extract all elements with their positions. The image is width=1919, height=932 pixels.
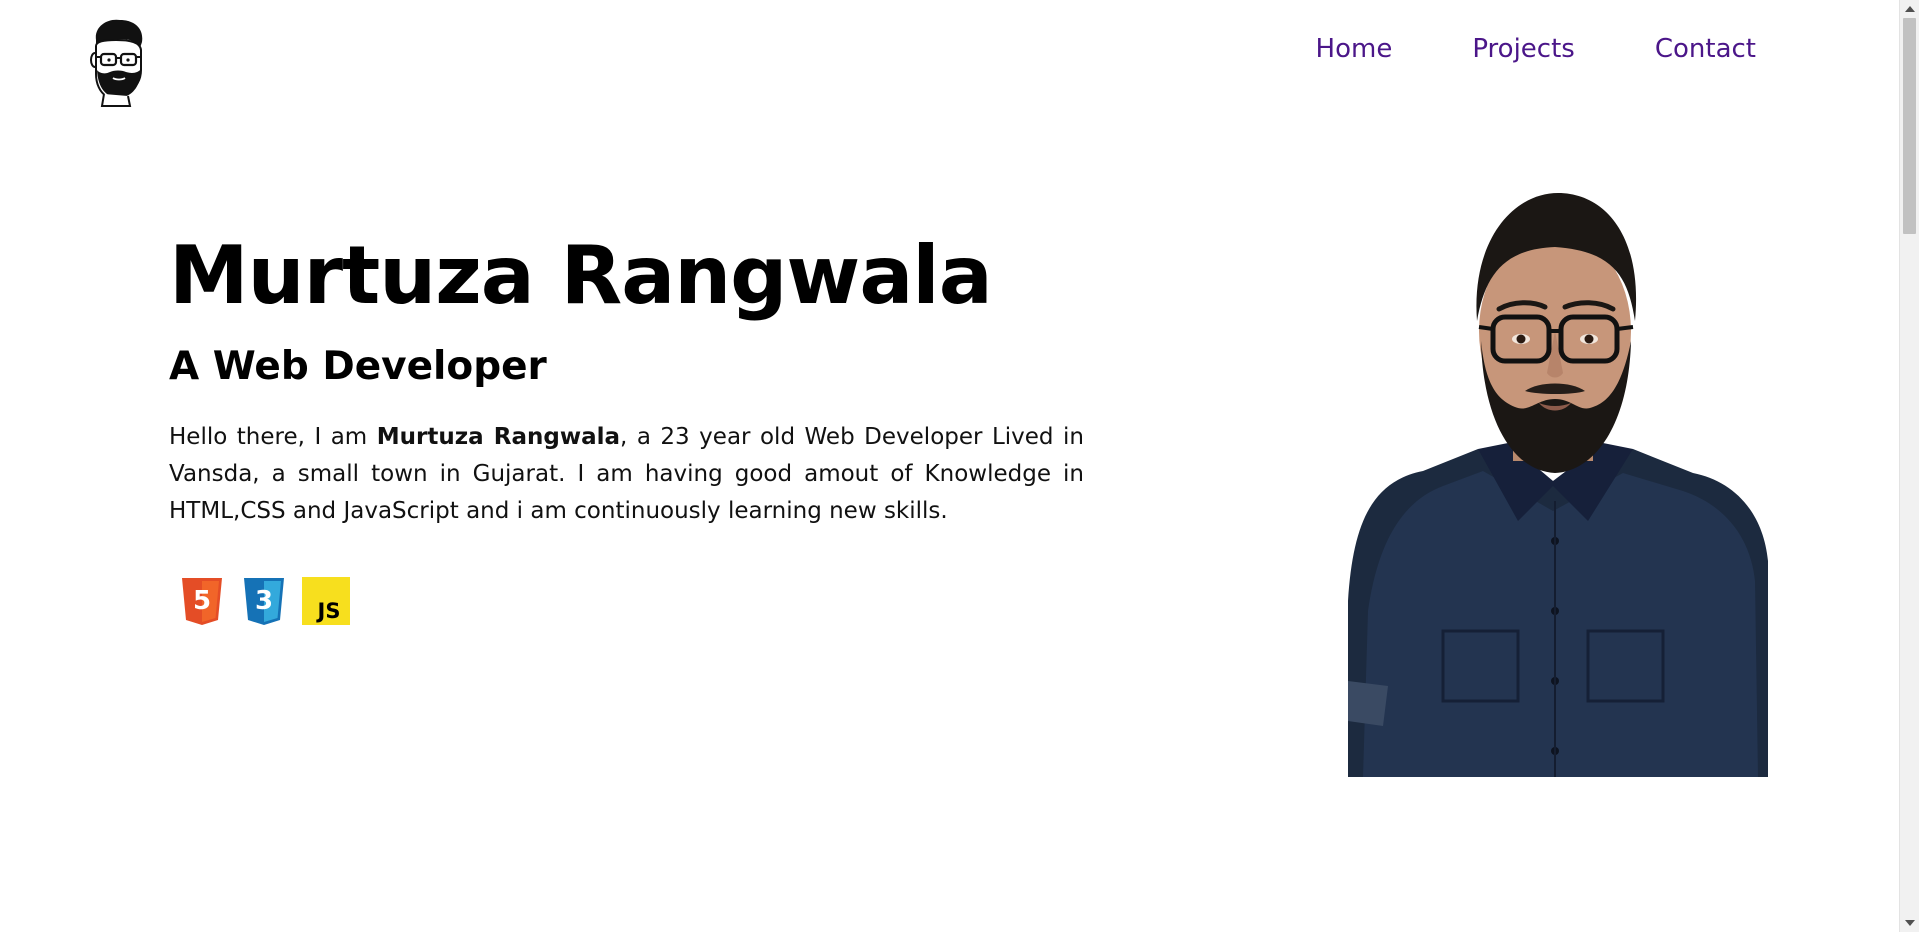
- hero-section: Murtuza Rangwala A Web Developer Hello t…: [169, 228, 1084, 626]
- scroll-up-arrow-icon[interactable]: [1905, 6, 1915, 12]
- scroll-thumb[interactable]: [1903, 18, 1916, 234]
- bearded-man-avatar-icon[interactable]: [86, 18, 150, 108]
- hero-role: A Web Developer: [169, 344, 547, 389]
- bio-name: Murtuza Rangwala: [376, 423, 621, 450]
- javascript-icon: JS: [302, 576, 350, 625]
- nav-home-link[interactable]: Home: [1316, 34, 1393, 64]
- css3-label: 3: [255, 586, 273, 616]
- bio-prefix: Hello there, I am: [169, 423, 377, 450]
- portfolio-page: Home Projects Contact Murtuza Rangwala A…: [0, 0, 1919, 932]
- main-nav: Home Projects Contact: [1316, 34, 1756, 64]
- scroll-down-arrow-icon[interactable]: [1905, 920, 1915, 926]
- javascript-label: JS: [316, 599, 341, 623]
- html5-icon: 5: [182, 577, 222, 625]
- portrait-photo: [1348, 193, 1768, 777]
- nav-projects-link[interactable]: Projects: [1472, 34, 1575, 64]
- html5-label: 5: [193, 586, 211, 616]
- hero-name: Murtuza Rangwala: [169, 229, 993, 322]
- skills-list: 5 3 JS: [169, 576, 1084, 626]
- nav-contact-link[interactable]: Contact: [1655, 34, 1756, 64]
- page-scrollbar[interactable]: [1899, 0, 1919, 932]
- hero-bio: Hello there, I am Murtuza Rangwala, a 23…: [169, 419, 1084, 530]
- css3-icon: 3: [244, 577, 284, 625]
